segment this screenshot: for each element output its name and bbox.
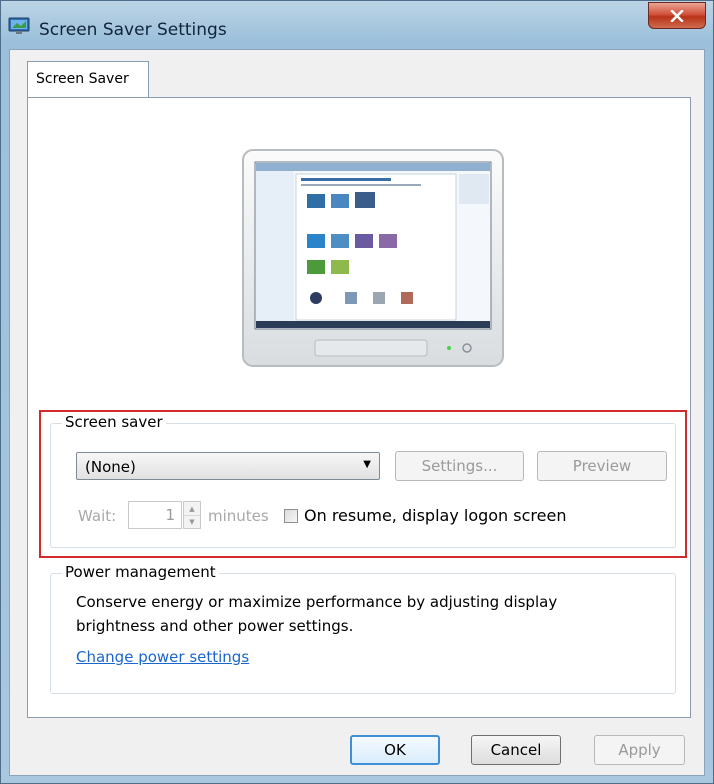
preview-button-label: Preview (572, 457, 632, 475)
screen-saver-select[interactable]: (None) ▼ (76, 452, 380, 480)
minutes-label: minutes (208, 507, 269, 525)
wait-minutes-value: 1 (165, 506, 175, 524)
wait-minutes-input[interactable]: 1 (128, 501, 182, 529)
resume-logon-label[interactable]: On resume, display logon screen (304, 506, 566, 525)
window-title: Screen Saver Settings (39, 20, 227, 40)
cancel-button[interactable]: Cancel (471, 735, 561, 765)
apply-button[interactable]: Apply (594, 735, 685, 765)
screen-saver-settings-window: Screen Saver Settings Screen Saver Scree… (0, 0, 714, 784)
cancel-button-label: Cancel (490, 741, 542, 759)
preview-button[interactable]: Preview (537, 451, 667, 481)
settings-button[interactable]: Settings... (395, 451, 524, 481)
screen-saver-select-value: (None) (85, 458, 136, 476)
spin-up-icon[interactable]: ▲ (184, 502, 200, 516)
settings-button-label: Settings... (421, 457, 498, 475)
screen-saver-app-icon (8, 17, 30, 34)
ok-button-label: OK (384, 741, 406, 759)
screen-saver-panel: Screen saver (None) ▼ Settings... Previe… (27, 97, 691, 718)
title-bar[interactable]: Screen Saver Settings (1, 1, 713, 49)
tab-screen-saver-label: Screen Saver (36, 71, 129, 87)
change-power-settings-link[interactable]: Change power settings (76, 648, 249, 666)
apply-button-label: Apply (618, 741, 661, 759)
highlight-frame (39, 410, 687, 558)
monitor-preview (242, 149, 504, 367)
wait-label: Wait: (78, 507, 117, 525)
tab-screen-saver[interactable]: Screen Saver (27, 61, 149, 98)
chevron-down-icon: ▼ (363, 459, 371, 470)
ok-button[interactable]: OK (350, 735, 440, 765)
power-management-group-label: Power management (62, 563, 219, 581)
close-icon (670, 9, 684, 22)
dialog-client-area: Screen Saver Screen saver (None) ▼ Setti… (9, 49, 705, 776)
wait-minutes-stepper[interactable]: ▲ ▼ (183, 501, 201, 529)
power-description: Conserve energy or maximize performance … (76, 593, 558, 635)
spin-down-icon[interactable]: ▼ (184, 515, 200, 528)
close-button[interactable] (648, 2, 706, 29)
resume-logon-checkbox[interactable] (284, 509, 298, 523)
